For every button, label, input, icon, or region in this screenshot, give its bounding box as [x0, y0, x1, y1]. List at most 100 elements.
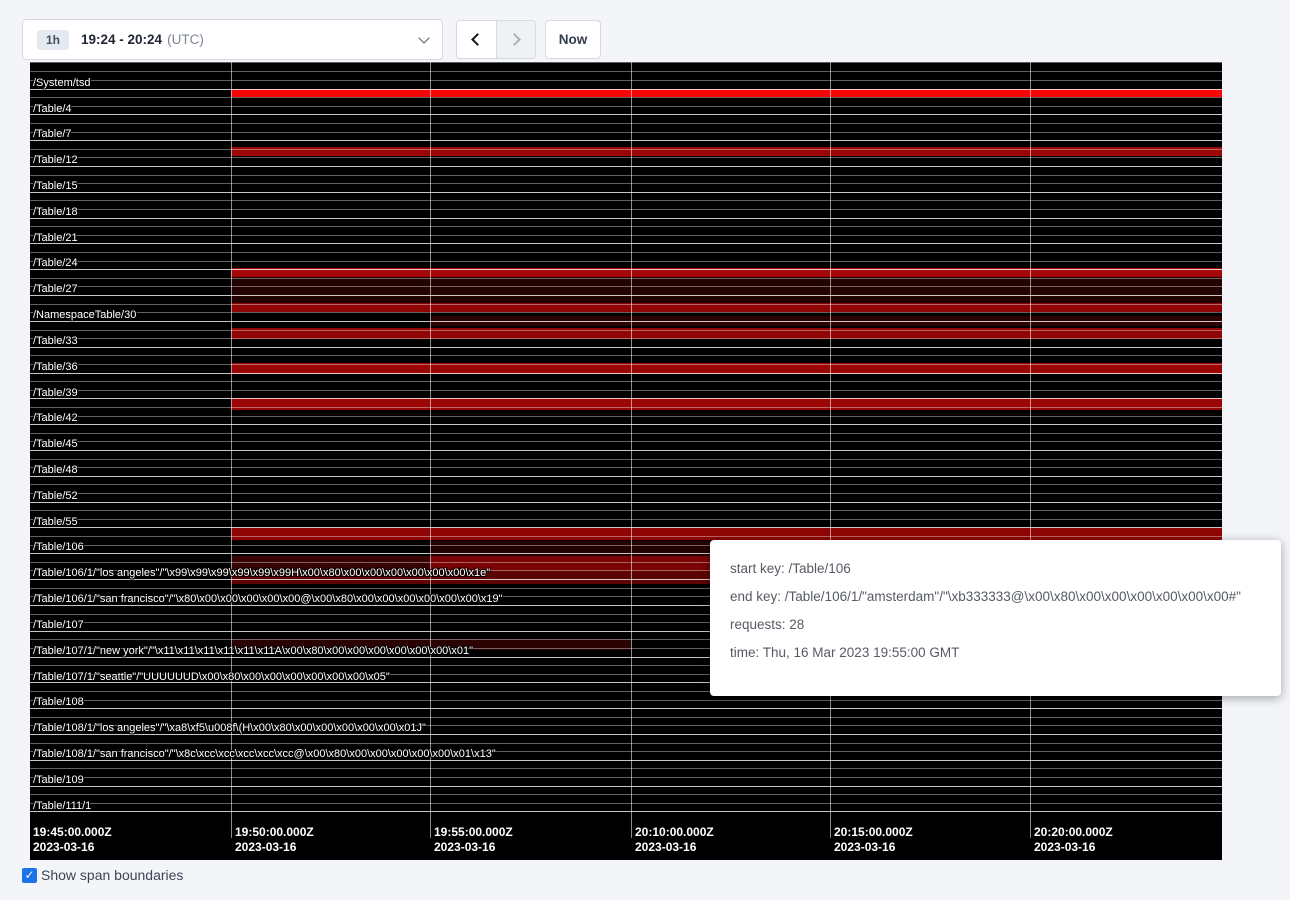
row-label: /Table/7 [33, 128, 72, 141]
time-gridline [830, 62, 831, 838]
now-button[interactable]: Now [545, 20, 601, 59]
next-time-button[interactable] [496, 21, 536, 58]
time-gridline [430, 62, 431, 838]
row-label: /Table/106/1/"los angeles"/"\x99\x99\x99… [33, 567, 490, 580]
time-gridline [631, 62, 632, 838]
time-nav-group [456, 20, 536, 59]
span-boundary-line [30, 450, 1222, 451]
tooltip-time: time: Thu, 16 Mar 2023 19:55:00 GMT [730, 645, 1261, 660]
row-label: /Table/36 [33, 361, 78, 374]
x-axis-date: 2023-03-16 [235, 840, 314, 855]
row-label: /Table/108 [33, 696, 84, 709]
row-label: /Table/42 [33, 412, 78, 425]
span-boundary-line [30, 89, 1222, 90]
span-boundary-line [30, 304, 1222, 305]
row-label: /Table/21 [33, 232, 78, 245]
row-label: /NamespaceTable/30 [33, 309, 136, 322]
span-boundary-line [30, 97, 1222, 98]
x-axis-time: 20:15:00.000Z [834, 825, 913, 840]
row-label: /Table/107/1/"new york"/"\x11\x11\x11\x1… [33, 645, 473, 658]
span-boundary-line [30, 321, 1222, 322]
row-label: /Table/45 [33, 438, 78, 451]
tooltip-requests: requests: 28 [730, 617, 1261, 632]
range-duration-chip: 1h [37, 30, 69, 50]
span-boundary-line [30, 700, 1222, 701]
span-boundary-line [30, 183, 1222, 184]
heat-band [231, 528, 1222, 540]
span-boundary-line [30, 157, 1222, 158]
span-boundary-line [30, 476, 1222, 477]
span-boundary-line [30, 768, 1222, 769]
row-label: /Table/107/1/"seattle"/"UUUUUUD\x00\x80\… [33, 671, 390, 684]
span-boundary-line [30, 407, 1222, 408]
span-boundary-line [30, 364, 1222, 365]
span-boundary-line [30, 209, 1222, 210]
heat-band [231, 398, 1222, 410]
span-boundary-line [30, 811, 1222, 812]
show-span-boundaries-checkbox[interactable]: ✓ [22, 868, 37, 883]
span-boundary-line [30, 493, 1222, 494]
span-boundary-line [30, 312, 1222, 313]
span-boundary-line [30, 114, 1222, 115]
span-boundary-line [30, 381, 1222, 382]
span-boundary-line [30, 743, 1222, 744]
row-label: /Table/15 [33, 180, 78, 193]
x-axis-date: 2023-03-16 [635, 840, 714, 855]
range-text: 19:24 - 20:24 [81, 32, 162, 47]
span-boundary-line [30, 424, 1222, 425]
span-boundary-line [30, 373, 1222, 374]
span-boundary-line [30, 398, 1222, 399]
show-span-boundaries-control[interactable]: ✓ Show span boundaries [22, 867, 183, 883]
span-boundary-line [30, 235, 1222, 236]
row-label: /Table/111/1 [33, 800, 91, 813]
span-boundary-line [30, 441, 1222, 442]
x-axis-date: 2023-03-16 [1034, 840, 1113, 855]
span-boundary-line [30, 330, 1222, 331]
x-axis-date: 2023-03-16 [834, 840, 913, 855]
span-boundary-line [30, 347, 1222, 348]
span-boundary-line [30, 200, 1222, 201]
time-range-selector[interactable]: 1h 19:24 - 20:24 (UTC) [22, 19, 443, 60]
tooltip-end-key: end key: /Table/106/1/"amsterdam"/"\xb33… [730, 589, 1261, 604]
row-label: /Table/52 [33, 490, 78, 503]
span-boundary-line [30, 338, 1222, 339]
x-axis-time: 19:45:00.000Z [33, 825, 112, 840]
span-boundary-line [30, 794, 1222, 795]
row-label: /Table/27 [33, 283, 78, 296]
row-label: /Table/12 [33, 154, 78, 167]
x-axis-time: 19:55:00.000Z [434, 825, 513, 840]
row-label: /Table/106/1/"san francisco"/"\x80\x00\x… [33, 593, 503, 606]
row-label: /Table/18 [33, 206, 78, 219]
span-boundary-line [30, 226, 1222, 227]
prev-time-button[interactable] [457, 21, 496, 58]
span-boundary-line [30, 433, 1222, 434]
span-boundary-line [30, 459, 1222, 460]
span-boundary-line [30, 243, 1222, 244]
span-boundary-line [30, 484, 1222, 485]
span-boundary-line [30, 502, 1222, 503]
time-gridline [1030, 62, 1031, 838]
span-boundary-line [30, 140, 1222, 141]
span-boundary-line [30, 803, 1222, 804]
span-boundary-line [30, 786, 1222, 787]
span-boundary-line [30, 80, 1222, 81]
x-axis-time: 19:50:00.000Z [235, 825, 314, 840]
key-visualizer-canvas[interactable]: /System/tsd/Table/4/Table/7/Table/12/Tab… [30, 62, 1222, 860]
row-label: /Table/48 [33, 464, 78, 477]
span-boundary-line [30, 510, 1222, 511]
span-boundary-line [30, 278, 1222, 279]
span-boundary-line [30, 519, 1222, 520]
x-axis-date: 2023-03-16 [33, 840, 112, 855]
span-boundary-line [30, 527, 1222, 528]
row-label: /Table/109 [33, 774, 84, 787]
row-label: /Table/33 [33, 335, 78, 348]
x-axis-tick: 20:20:00.000Z2023-03-16 [1034, 825, 1113, 855]
heat-band [231, 277, 1222, 303]
x-axis-tick: 19:45:00.000Z2023-03-16 [33, 825, 112, 855]
span-boundary-line [30, 717, 1222, 718]
span-boundary-line [30, 269, 1222, 270]
span-boundary-line [30, 295, 1222, 296]
span-boundary-line [30, 390, 1222, 391]
row-label: /Table/39 [33, 387, 78, 400]
x-axis-tick: 19:55:00.000Z2023-03-16 [434, 825, 513, 855]
